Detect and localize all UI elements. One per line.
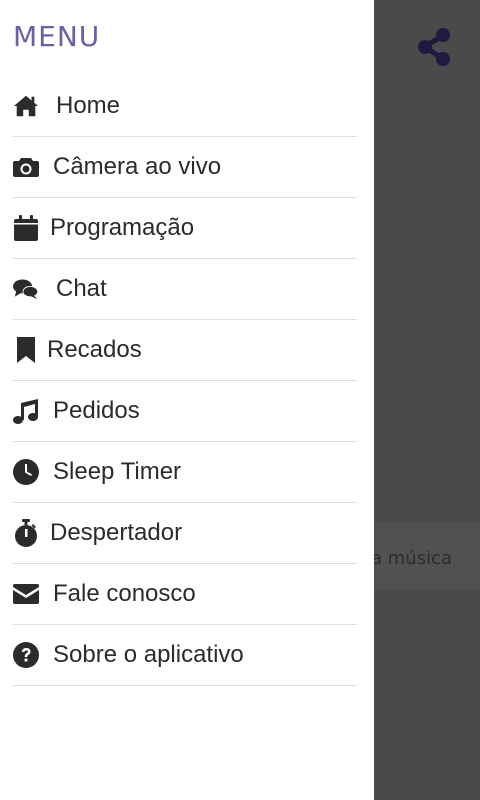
music-icon: [13, 398, 39, 424]
calendar-icon: [13, 215, 39, 241]
chat-icon: [13, 276, 39, 302]
menu-item-label: Pedidos: [53, 397, 140, 424]
home-icon: [13, 93, 39, 119]
menu-item-label: Sleep Timer: [53, 458, 182, 485]
menu-item-label: Sobre o aplicativo: [53, 641, 244, 668]
share-icon[interactable]: [415, 27, 453, 67]
menu-item-chat[interactable]: Chat: [13, 259, 357, 320]
menu-item-label: Programação: [50, 214, 195, 241]
menu-item-sobre[interactable]: Sobre o aplicativo: [13, 625, 357, 686]
question-icon: [13, 642, 39, 668]
menu-item-sleep-timer[interactable]: Sleep Timer: [13, 442, 357, 503]
menu-item-recados[interactable]: Recados: [13, 320, 357, 381]
menu-item-pedidos[interactable]: Pedidos: [13, 381, 357, 442]
menu-item-label: Fale conosco: [53, 580, 196, 607]
menu-list: Home Câmera ao vivo Programação Chat Rec…: [13, 76, 357, 686]
bookmark-icon: [13, 337, 39, 363]
camera-icon: [13, 154, 39, 180]
menu-item-label: Home: [56, 92, 121, 119]
menu-item-home[interactable]: Home: [13, 76, 357, 137]
menu-item-label: Chat: [56, 275, 107, 302]
envelope-icon: [13, 581, 39, 607]
menu-item-camera[interactable]: Câmera ao vivo: [13, 137, 357, 198]
app-screen: a música MENU Home Câmera ao vivo Progra…: [0, 0, 480, 800]
menu-item-label: Câmera ao vivo: [53, 153, 222, 180]
now-playing-text: a música: [371, 548, 452, 569]
clock-icon: [13, 459, 39, 485]
menu-item-fale-conosco[interactable]: Fale conosco: [13, 564, 357, 625]
menu-title: MENU: [13, 20, 101, 53]
stopwatch-icon: [13, 519, 39, 547]
menu-item-label: Recados: [47, 336, 142, 363]
menu-item-programacao[interactable]: Programação: [13, 198, 357, 259]
navigation-drawer: MENU Home Câmera ao vivo Programação Cha…: [0, 0, 374, 800]
menu-item-despertador[interactable]: Despertador: [13, 503, 357, 564]
menu-item-label: Despertador: [50, 519, 183, 546]
